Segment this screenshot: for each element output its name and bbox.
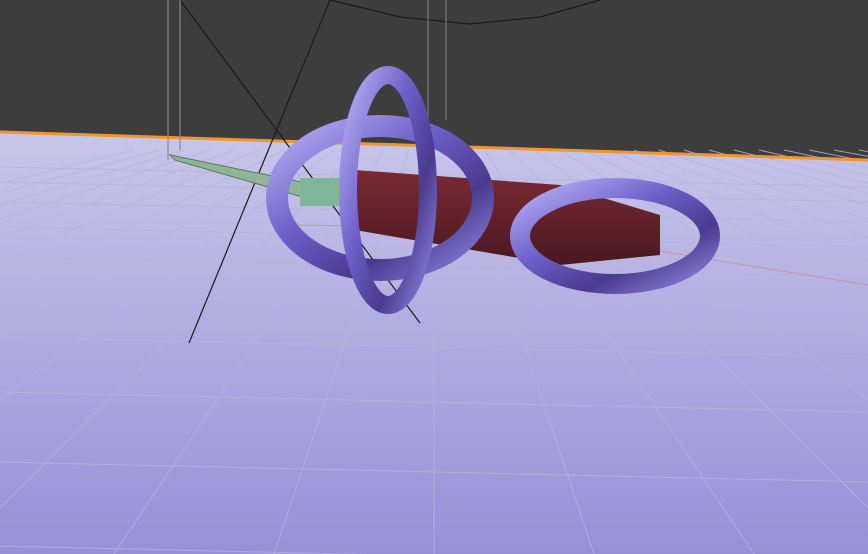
3d-viewport[interactable] xyxy=(0,0,868,554)
viewport-scene[interactable] xyxy=(0,0,868,554)
